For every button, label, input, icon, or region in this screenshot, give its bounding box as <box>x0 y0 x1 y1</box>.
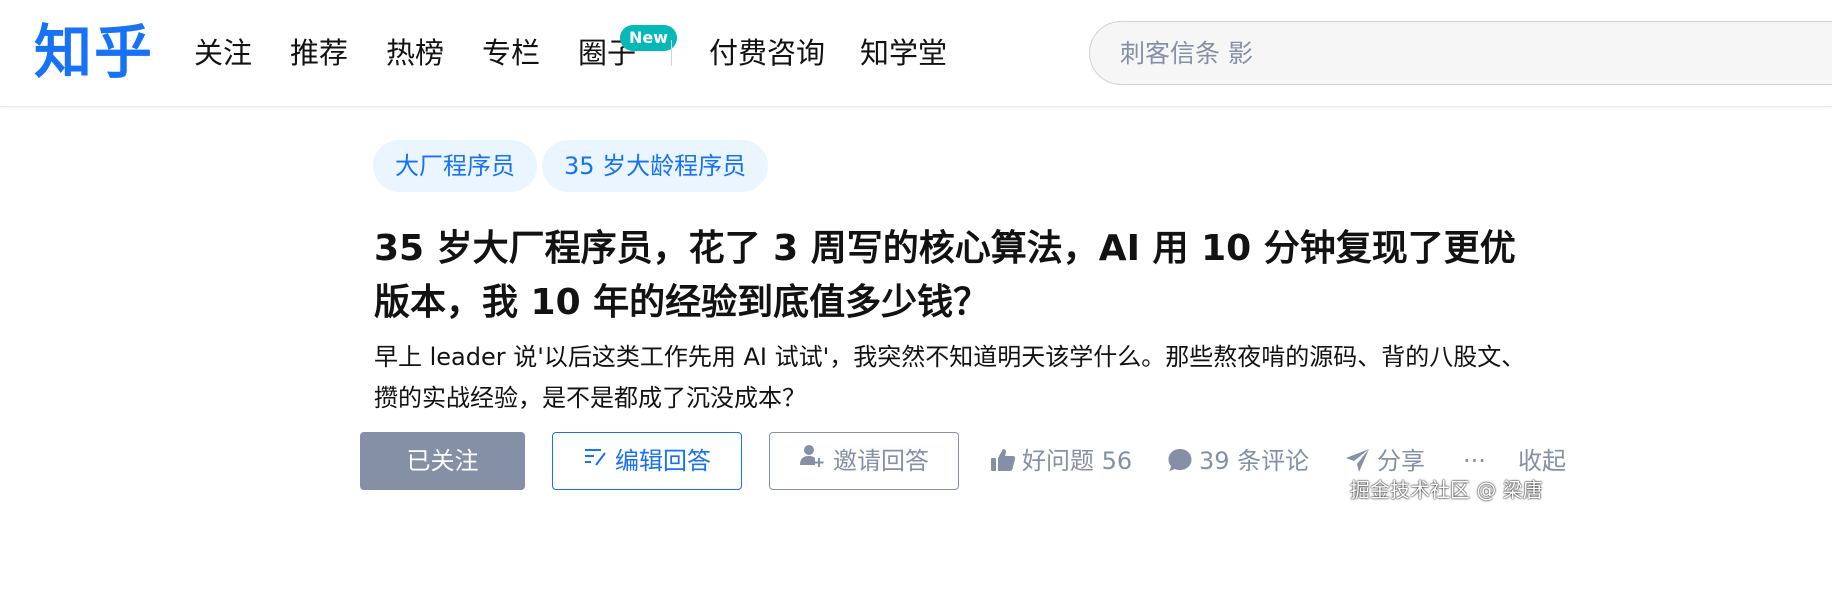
topic-tag-big-tech-programmer[interactable]: 大厂程序员 <box>373 140 537 192</box>
add-user-icon <box>799 432 825 488</box>
follow-question-button[interactable]: 已关注 <box>360 432 525 490</box>
thumb-up-icon <box>991 449 1016 471</box>
site-watermark: 掘金技术社区 @ 梁唐 <box>1350 478 1543 502</box>
nav-item-recommend[interactable]: 推荐 <box>290 34 348 72</box>
search-input[interactable] <box>1118 22 1818 84</box>
good-question-label: 好问题 56 <box>1022 447 1133 475</box>
nav-item-paid-consult[interactable]: 付费咨询 <box>709 34 825 72</box>
more-options-button[interactable]: ··· <box>1463 442 1486 480</box>
edit-answer-button[interactable]: 编辑回答 <box>552 432 742 490</box>
new-badge: New <box>620 25 678 51</box>
search-box[interactable] <box>1089 21 1832 85</box>
nav-item-columns[interactable]: 专栏 <box>482 34 540 72</box>
collapse-button[interactable]: 收起 <box>1518 442 1566 480</box>
nav-item-follow[interactable]: 关注 <box>194 34 252 72</box>
comments-label: 39 条评论 <box>1199 447 1310 475</box>
comments-button[interactable]: 39 条评论 <box>1167 442 1309 480</box>
nav-item-hot-list[interactable]: 热榜 <box>386 34 444 72</box>
nav-item-knowledge-school[interactable]: 知学堂 <box>860 34 947 72</box>
question-detail: 早上 leader 说'以后这类工作先用 AI 试试'，我突然不知道明天该学什么… <box>374 343 1526 412</box>
zhihu-logo[interactable]: 知乎 <box>34 14 154 90</box>
invite-answer-label: 邀请回答 <box>833 447 929 475</box>
edit-answer-label: 编辑回答 <box>615 447 711 475</box>
invite-answer-button[interactable]: 邀请回答 <box>769 432 959 490</box>
comment-bubble-icon <box>1168 449 1192 471</box>
top-navigation-bar: 知乎 关注 推荐 热榜 专栏 圈子 New 付费咨询 知学堂 <box>0 0 1832 107</box>
topic-tag-35-programmer[interactable]: 35 岁大龄程序员 <box>542 140 769 192</box>
paper-plane-icon <box>1346 449 1369 472</box>
good-question-button[interactable]: 好问题 56 <box>990 442 1132 480</box>
edit-icon <box>583 432 607 488</box>
share-label: 分享 <box>1377 447 1425 475</box>
question-title: 35 岁大厂程序员，花了 3 周写的核心算法，AI 用 10 分钟复现了更优版本… <box>374 228 1516 323</box>
follow-button-label: 已关注 <box>406 447 479 475</box>
share-button[interactable]: 分享 <box>1345 442 1425 480</box>
nav-divider <box>671 40 672 66</box>
zhihu-question-page: 知乎 关注 推荐 热榜 专栏 圈子 New 付费咨询 知学堂 大厂程序员 35 … <box>0 0 1832 604</box>
